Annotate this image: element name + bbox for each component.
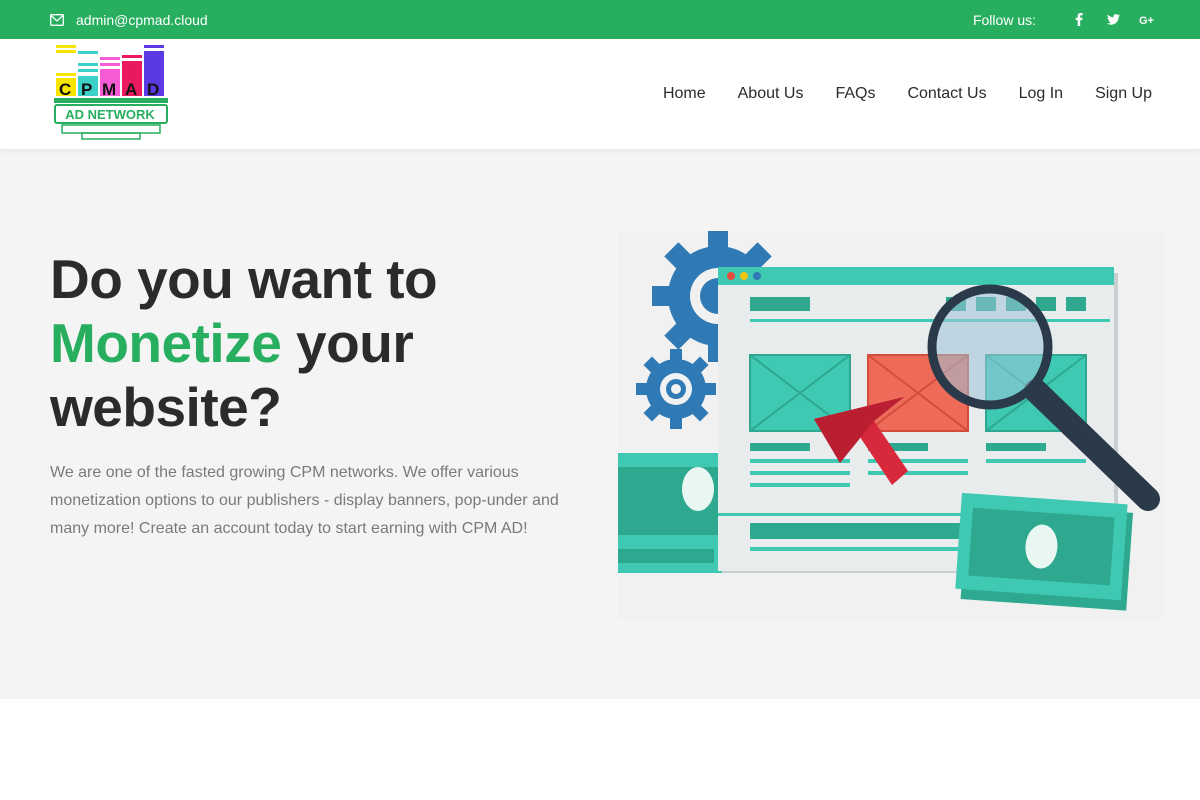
nav-home[interactable]: Home [663, 85, 706, 103]
twitter-icon[interactable] [1100, 7, 1126, 33]
right-money-bill [955, 492, 1134, 611]
headline-line-1: Do you want to [50, 248, 438, 310]
email-text: admin@cpmad.cloud [76, 11, 208, 28]
monetize-illustration [618, 231, 1163, 619]
svg-text:C: C [59, 80, 71, 99]
nav-faqs[interactable]: FAQs [835, 85, 875, 103]
nav-log-in[interactable]: Log In [1019, 85, 1063, 103]
svg-text:G+: G+ [1139, 15, 1154, 25]
top-bar: admin@cpmad.cloud Follow us: G+ [0, 0, 1200, 39]
cpmad-logo[interactable]: C P M A D AD NETWORK [52, 43, 170, 143]
follow-label: Follow us: [972, 11, 1036, 28]
svg-text:P: P [81, 80, 92, 99]
logo-tagline: AD NETWORK [65, 107, 155, 122]
hero-headline: Do you want to Monetize your website? [50, 247, 570, 439]
headline-line-3: website? [50, 376, 282, 438]
main-nav: Home About Us FAQs Contact Us Log In Sig… [631, 39, 1152, 149]
headline-line-2: your [281, 312, 414, 374]
google-plus-icon[interactable]: G+ [1134, 7, 1160, 33]
left-money-bill [618, 453, 728, 573]
contact-email[interactable]: admin@cpmad.cloud [50, 0, 208, 39]
svg-text:M: M [102, 80, 116, 99]
svg-text:A: A [125, 80, 137, 99]
nav-contact-us[interactable]: Contact Us [907, 85, 986, 103]
svg-text:D: D [147, 80, 159, 99]
nav-about-us[interactable]: About Us [738, 85, 804, 103]
small-gear-icon [636, 349, 716, 429]
facebook-icon[interactable] [1066, 7, 1092, 33]
nav-sign-up[interactable]: Sign Up [1095, 85, 1152, 103]
envelope-icon [50, 13, 64, 26]
site-header: C P M A D AD NETWORK Home About Us FAQs … [0, 39, 1200, 149]
hero-section: Do you want to Monetize your website? We… [0, 149, 1200, 699]
social-links: Follow us: G+ [973, 0, 1160, 39]
headline-accent: Monetize [50, 312, 282, 374]
hero-description: We are one of the fasted growing CPM net… [50, 464, 559, 537]
